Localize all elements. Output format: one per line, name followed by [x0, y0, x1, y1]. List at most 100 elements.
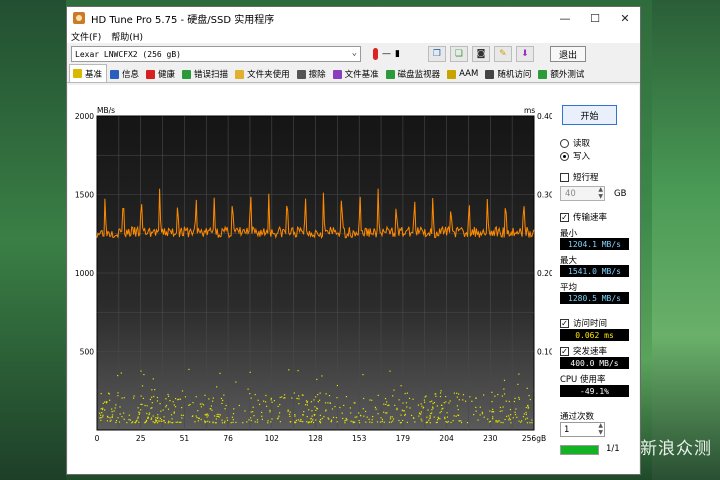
- access-time-point: [163, 420, 165, 422]
- access-time-point: [172, 401, 174, 403]
- access-time-point: [159, 403, 161, 405]
- access-time-point: [502, 406, 504, 408]
- access-time-point: [421, 405, 423, 407]
- access-time-point: [456, 392, 458, 394]
- access-time-point: [188, 404, 190, 406]
- tab-7[interactable]: 文件基准: [330, 66, 383, 82]
- tab-1[interactable]: 基准: [69, 64, 108, 82]
- access-time-point: [138, 421, 140, 423]
- access-time-point: [157, 416, 159, 418]
- access-time-point: [431, 400, 433, 402]
- access-time-point: [400, 385, 402, 387]
- access-time-point: [156, 422, 159, 424]
- close-button[interactable]: ✕: [610, 7, 640, 29]
- transfer-rate-checkbox[interactable]: ✓ 传输速率: [560, 211, 607, 223]
- access-time-point: [204, 420, 206, 422]
- access-time-point: [289, 411, 291, 413]
- access-time-point: [462, 394, 465, 396]
- access-time-point: [312, 419, 314, 421]
- access-time-point: [436, 419, 439, 421]
- access-time-point: [141, 385, 144, 387]
- access-time-point: [223, 394, 225, 396]
- maximize-button[interactable]: ☐: [580, 7, 610, 29]
- access-time-point: [151, 402, 153, 404]
- access-time-point: [349, 407, 351, 409]
- access-time-point: [350, 420, 352, 422]
- access-time-point: [254, 393, 256, 396]
- access-time-point: [319, 414, 321, 416]
- tab-4[interactable]: 错误扫描: [179, 66, 232, 82]
- access-time-point: [413, 417, 415, 419]
- access-time-point: [479, 414, 481, 416]
- tab-8[interactable]: 磁盘监视器: [383, 66, 445, 82]
- access-time-point: [489, 410, 491, 412]
- access-time-point: [288, 369, 290, 371]
- access-time-point: [391, 416, 393, 418]
- tab-11[interactable]: 额外测试: [535, 66, 588, 82]
- read-radio[interactable]: 读取: [560, 137, 590, 149]
- desktop-background-right: [652, 0, 720, 480]
- burst-rate-checkbox[interactable]: ✓ 突发速率: [560, 345, 607, 357]
- access-time-point: [271, 401, 273, 403]
- tab-9[interactable]: AAM: [444, 66, 482, 82]
- burst-rate-label: 突发速率: [573, 347, 608, 357]
- menu-help[interactable]: 帮助(H): [111, 30, 143, 43]
- monitor-icon: [385, 69, 395, 79]
- exit-button[interactable]: 退出: [549, 46, 586, 62]
- minimize-button[interactable]: —: [550, 7, 580, 29]
- access-time-point: [495, 419, 497, 422]
- access-time-point: [132, 421, 134, 423]
- access-time-point: [508, 400, 510, 403]
- access-time-point: [291, 397, 293, 399]
- write-radio[interactable]: 写入: [560, 150, 590, 162]
- bulb-icon: [73, 69, 82, 78]
- access-time-point: [319, 422, 321, 424]
- access-time-point: [446, 416, 449, 418]
- access-time-point: [147, 416, 149, 418]
- access-time-point: [222, 399, 224, 402]
- access-time-point: [216, 413, 218, 416]
- access-time-point: [303, 411, 305, 413]
- access-time-point: [368, 418, 370, 420]
- access-time-point: [502, 422, 504, 424]
- copy-screen-icon[interactable]: ❏: [449, 46, 468, 62]
- camera-icon[interactable]: ◙: [471, 46, 490, 62]
- menu-file[interactable]: 文件(F): [71, 30, 101, 43]
- access-time-point: [119, 406, 121, 408]
- access-time-point: [139, 412, 141, 414]
- access-time-point: [117, 395, 119, 397]
- short-stroke-input[interactable]: 40 ▲ ▼: [560, 186, 605, 201]
- access-time-point: [406, 392, 408, 394]
- access-time-point: [389, 416, 392, 418]
- passes-input[interactable]: 1 ▲ ▼: [560, 422, 605, 437]
- tab-2[interactable]: 信息: [107, 66, 143, 82]
- access-time-point: [167, 395, 170, 397]
- access-time-point: [301, 394, 303, 396]
- access-time-point: [358, 412, 360, 414]
- access-time-point: [196, 416, 198, 419]
- tab-3[interactable]: 健康: [143, 66, 179, 82]
- access-time-point: [329, 402, 331, 404]
- access-time-point: [390, 421, 392, 423]
- access-time-point: [406, 406, 408, 408]
- access-time-point: [503, 388, 505, 390]
- access-time-checkbox[interactable]: ✓ 访问时间: [560, 317, 607, 329]
- tab-10[interactable]: 随机访问: [482, 66, 535, 82]
- drive-select[interactable]: Lexar LNWCFX2 (256 gB) ⌄: [71, 46, 361, 62]
- info-icon: [110, 69, 120, 79]
- access-time-point: [304, 404, 307, 406]
- access-time-point: [258, 403, 261, 405]
- save-icon[interactable]: ⬇: [515, 46, 534, 62]
- access-time-point: [327, 402, 329, 404]
- start-button[interactable]: 开始: [562, 105, 617, 125]
- tab-5[interactable]: 文件夹使用: [232, 66, 294, 82]
- copy-info-icon[interactable]: ❐: [427, 46, 446, 62]
- access-time-point: [281, 396, 283, 398]
- read-radio-label: 读取: [573, 139, 591, 149]
- access-time-point: [231, 416, 234, 418]
- tab-6[interactable]: 擦除: [294, 66, 330, 82]
- access-time-point: [210, 408, 212, 410]
- options-icon[interactable]: ✎: [493, 46, 512, 62]
- access-time-point: [344, 422, 346, 424]
- short-stroke-checkbox[interactable]: 短行程: [560, 171, 599, 183]
